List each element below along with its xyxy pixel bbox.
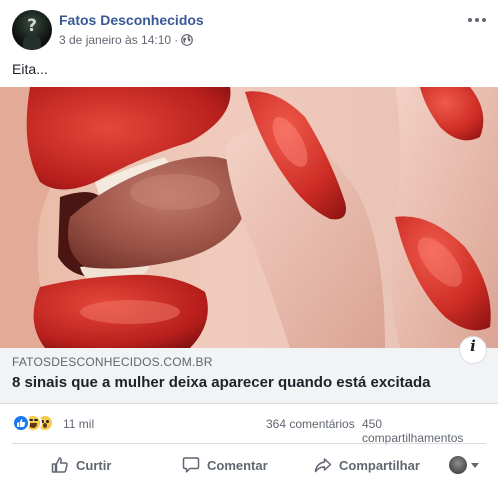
actions-divider (12, 443, 486, 444)
more-options-icon[interactable] (466, 14, 488, 28)
shares-count[interactable]: 450 compartilhamentos (362, 417, 486, 445)
post-header: ? Fatos Desconhecidos 3 de janeiro às 14… (12, 10, 488, 52)
link-domain: FATOSDESCONHECIDOS.COM.BR (12, 355, 213, 369)
info-icon[interactable]: i (459, 336, 487, 364)
page-name-link[interactable]: Fatos Desconhecidos (59, 12, 204, 28)
like-label: Curtir (76, 458, 112, 473)
reaction-icons[interactable] (12, 414, 60, 432)
share-as-selector[interactable] (449, 456, 483, 474)
comment-button[interactable]: Comentar (182, 449, 282, 481)
user-avatar (449, 456, 467, 474)
thumbs-up-icon (51, 457, 68, 473)
share-arrow-icon (314, 458, 332, 473)
like-button[interactable]: Curtir (51, 449, 121, 481)
caret-down-icon (471, 463, 479, 468)
link-preview-box[interactable]: FATOSDESCONHECIDOS.COM.BR 8 sinais que a… (0, 348, 498, 404)
link-title[interactable]: 8 sinais que a mulher deixa aparecer qua… (12, 374, 431, 391)
share-button[interactable]: Compartilhar (314, 449, 434, 481)
post-meta: 3 de janeiro às 14:10 · (59, 33, 193, 47)
reaction-count[interactable]: 11 mil (63, 417, 94, 431)
post-actions-bar: Curtir Comentar Compartilhar (0, 447, 498, 483)
page-avatar[interactable]: ? (12, 10, 52, 50)
globe-icon[interactable] (181, 34, 193, 46)
comments-count[interactable]: 364 comentários (266, 417, 355, 431)
post-timestamp[interactable]: 3 de janeiro às 14:10 (59, 33, 171, 47)
link-preview-image[interactable] (0, 87, 498, 348)
post-stats: 11 mil 364 comentários 450 compartilhame… (12, 412, 486, 445)
avatar-question-mark: ? (27, 16, 37, 36)
post-text: Eita... (12, 61, 48, 77)
comment-bubble-icon (182, 457, 200, 473)
avatar-figure (23, 34, 41, 50)
like-reaction-icon (12, 414, 30, 432)
meta-separator: · (174, 33, 179, 47)
feed-post: ? Fatos Desconhecidos 3 de janeiro às 14… (0, 0, 498, 488)
comment-label: Comentar (207, 458, 268, 473)
share-label: Compartilhar (339, 458, 420, 473)
